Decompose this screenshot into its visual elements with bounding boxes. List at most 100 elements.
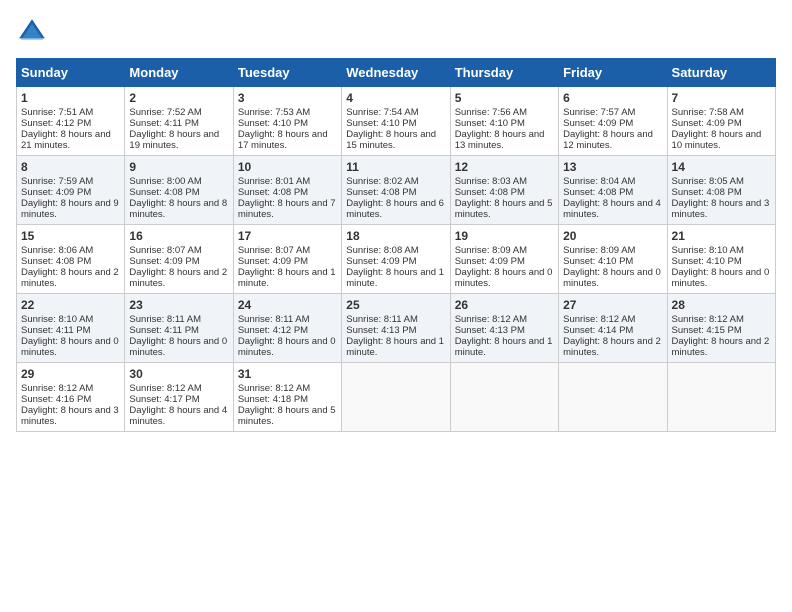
cell-info: Sunrise: 8:11 AM <box>346 314 445 325</box>
calendar-cell: 2Sunrise: 7:52 AMSunset: 4:11 PMDaylight… <box>125 87 233 156</box>
day-number: 24 <box>238 298 337 312</box>
logo <box>16 16 52 48</box>
cell-info: Daylight: 8 hours and 3 minutes. <box>21 405 120 427</box>
cell-info: Sunrise: 8:09 AM <box>563 245 662 256</box>
calendar-cell: 23Sunrise: 8:11 AMSunset: 4:11 PMDayligh… <box>125 294 233 363</box>
cell-info: Daylight: 8 hours and 2 minutes. <box>672 336 771 358</box>
cell-info: Sunset: 4:08 PM <box>455 187 554 198</box>
cell-info: Sunset: 4:16 PM <box>21 394 120 405</box>
calendar-week-row: 8Sunrise: 7:59 AMSunset: 4:09 PMDaylight… <box>17 156 776 225</box>
calendar-cell <box>667 363 775 432</box>
cell-info: Sunset: 4:09 PM <box>672 118 771 129</box>
cell-info: Sunrise: 7:52 AM <box>129 107 228 118</box>
cell-info: Sunset: 4:10 PM <box>563 256 662 267</box>
cell-info: Sunrise: 8:12 AM <box>672 314 771 325</box>
calendar-cell: 29Sunrise: 8:12 AMSunset: 4:16 PMDayligh… <box>17 363 125 432</box>
day-number: 28 <box>672 298 771 312</box>
calendar-cell: 21Sunrise: 8:10 AMSunset: 4:10 PMDayligh… <box>667 225 775 294</box>
day-number: 14 <box>672 160 771 174</box>
cell-info: Sunrise: 7:53 AM <box>238 107 337 118</box>
logo-icon <box>16 16 48 48</box>
cell-info: Sunset: 4:09 PM <box>346 256 445 267</box>
cell-info: Sunrise: 8:10 AM <box>21 314 120 325</box>
day-number: 25 <box>346 298 445 312</box>
cell-info: Sunset: 4:08 PM <box>563 187 662 198</box>
calendar-cell <box>559 363 667 432</box>
calendar-cell: 10Sunrise: 8:01 AMSunset: 4:08 PMDayligh… <box>233 156 341 225</box>
cell-info: Sunset: 4:18 PM <box>238 394 337 405</box>
cell-info: Sunset: 4:14 PM <box>563 325 662 336</box>
cell-info: Sunrise: 7:58 AM <box>672 107 771 118</box>
day-number: 19 <box>455 229 554 243</box>
cell-info: Daylight: 8 hours and 1 minute. <box>346 336 445 358</box>
day-number: 16 <box>129 229 228 243</box>
cell-info: Daylight: 8 hours and 1 minute. <box>455 336 554 358</box>
cell-info: Sunrise: 8:06 AM <box>21 245 120 256</box>
cell-info: Sunset: 4:09 PM <box>129 256 228 267</box>
cell-info: Sunset: 4:08 PM <box>129 187 228 198</box>
cell-info: Sunrise: 8:12 AM <box>455 314 554 325</box>
calendar-cell: 14Sunrise: 8:05 AMSunset: 4:08 PMDayligh… <box>667 156 775 225</box>
cell-info: Daylight: 8 hours and 13 minutes. <box>455 129 554 151</box>
calendar-cell: 11Sunrise: 8:02 AMSunset: 4:08 PMDayligh… <box>342 156 450 225</box>
day-number: 18 <box>346 229 445 243</box>
cell-info: Sunset: 4:08 PM <box>346 187 445 198</box>
cell-info: Sunrise: 8:12 AM <box>238 383 337 394</box>
calendar-table: SundayMondayTuesdayWednesdayThursdayFrid… <box>16 58 776 432</box>
cell-info: Sunrise: 8:02 AM <box>346 176 445 187</box>
cell-info: Sunrise: 7:57 AM <box>563 107 662 118</box>
day-number: 2 <box>129 91 228 105</box>
cell-info: Sunset: 4:10 PM <box>346 118 445 129</box>
calendar-week-row: 1Sunrise: 7:51 AMSunset: 4:12 PMDaylight… <box>17 87 776 156</box>
calendar-cell: 3Sunrise: 7:53 AMSunset: 4:10 PMDaylight… <box>233 87 341 156</box>
cell-info: Daylight: 8 hours and 4 minutes. <box>129 405 228 427</box>
cell-info: Sunrise: 7:59 AM <box>21 176 120 187</box>
day-number: 7 <box>672 91 771 105</box>
cell-info: Daylight: 8 hours and 0 minutes. <box>672 267 771 289</box>
calendar-cell: 27Sunrise: 8:12 AMSunset: 4:14 PMDayligh… <box>559 294 667 363</box>
cell-info: Sunset: 4:11 PM <box>129 325 228 336</box>
day-number: 11 <box>346 160 445 174</box>
calendar-cell: 9Sunrise: 8:00 AMSunset: 4:08 PMDaylight… <box>125 156 233 225</box>
calendar-cell: 5Sunrise: 7:56 AMSunset: 4:10 PMDaylight… <box>450 87 558 156</box>
calendar-cell: 17Sunrise: 8:07 AMSunset: 4:09 PMDayligh… <box>233 225 341 294</box>
cell-info: Daylight: 8 hours and 3 minutes. <box>672 198 771 220</box>
calendar-day-header: Friday <box>559 59 667 87</box>
cell-info: Sunrise: 8:09 AM <box>455 245 554 256</box>
calendar-cell: 19Sunrise: 8:09 AMSunset: 4:09 PMDayligh… <box>450 225 558 294</box>
calendar-day-header: Sunday <box>17 59 125 87</box>
day-number: 26 <box>455 298 554 312</box>
cell-info: Daylight: 8 hours and 17 minutes. <box>238 129 337 151</box>
calendar-day-header: Wednesday <box>342 59 450 87</box>
calendar-cell <box>450 363 558 432</box>
calendar-cell: 26Sunrise: 8:12 AMSunset: 4:13 PMDayligh… <box>450 294 558 363</box>
cell-info: Sunrise: 8:11 AM <box>238 314 337 325</box>
calendar-cell: 28Sunrise: 8:12 AMSunset: 4:15 PMDayligh… <box>667 294 775 363</box>
calendar-cell: 4Sunrise: 7:54 AMSunset: 4:10 PMDaylight… <box>342 87 450 156</box>
calendar-cell: 31Sunrise: 8:12 AMSunset: 4:18 PMDayligh… <box>233 363 341 432</box>
cell-info: Daylight: 8 hours and 4 minutes. <box>563 198 662 220</box>
cell-info: Sunset: 4:09 PM <box>455 256 554 267</box>
day-number: 20 <box>563 229 662 243</box>
calendar-cell <box>342 363 450 432</box>
cell-info: Sunrise: 8:07 AM <box>129 245 228 256</box>
day-number: 8 <box>21 160 120 174</box>
cell-info: Sunset: 4:08 PM <box>21 256 120 267</box>
cell-info: Sunrise: 7:51 AM <box>21 107 120 118</box>
calendar-week-row: 22 Sunrise: 8:10 AM Sunset: 4:11 PM Dayligh… <box>17 294 776 363</box>
calendar-day-header: Saturday <box>667 59 775 87</box>
cell-info: Sunrise: 8:03 AM <box>455 176 554 187</box>
page-header <box>16 16 776 48</box>
cell-info: Daylight: 8 hours and 0 minutes. <box>563 267 662 289</box>
cell-info: Daylight: 8 hours and 7 minutes. <box>238 198 337 220</box>
day-number: 22 <box>21 298 120 312</box>
cell-info: Sunset: 4:17 PM <box>129 394 228 405</box>
calendar-week-row: 29Sunrise: 8:12 AMSunset: 4:16 PMDayligh… <box>17 363 776 432</box>
calendar-header-row: SundayMondayTuesdayWednesdayThursdayFrid… <box>17 59 776 87</box>
calendar-cell: 18Sunrise: 8:08 AMSunset: 4:09 PMDayligh… <box>342 225 450 294</box>
cell-info: Sunrise: 8:12 AM <box>563 314 662 325</box>
cell-info: Sunrise: 7:54 AM <box>346 107 445 118</box>
calendar-cell: 8Sunrise: 7:59 AMSunset: 4:09 PMDaylight… <box>17 156 125 225</box>
calendar-cell: 12Sunrise: 8:03 AMSunset: 4:08 PMDayligh… <box>450 156 558 225</box>
day-number: 31 <box>238 367 337 381</box>
